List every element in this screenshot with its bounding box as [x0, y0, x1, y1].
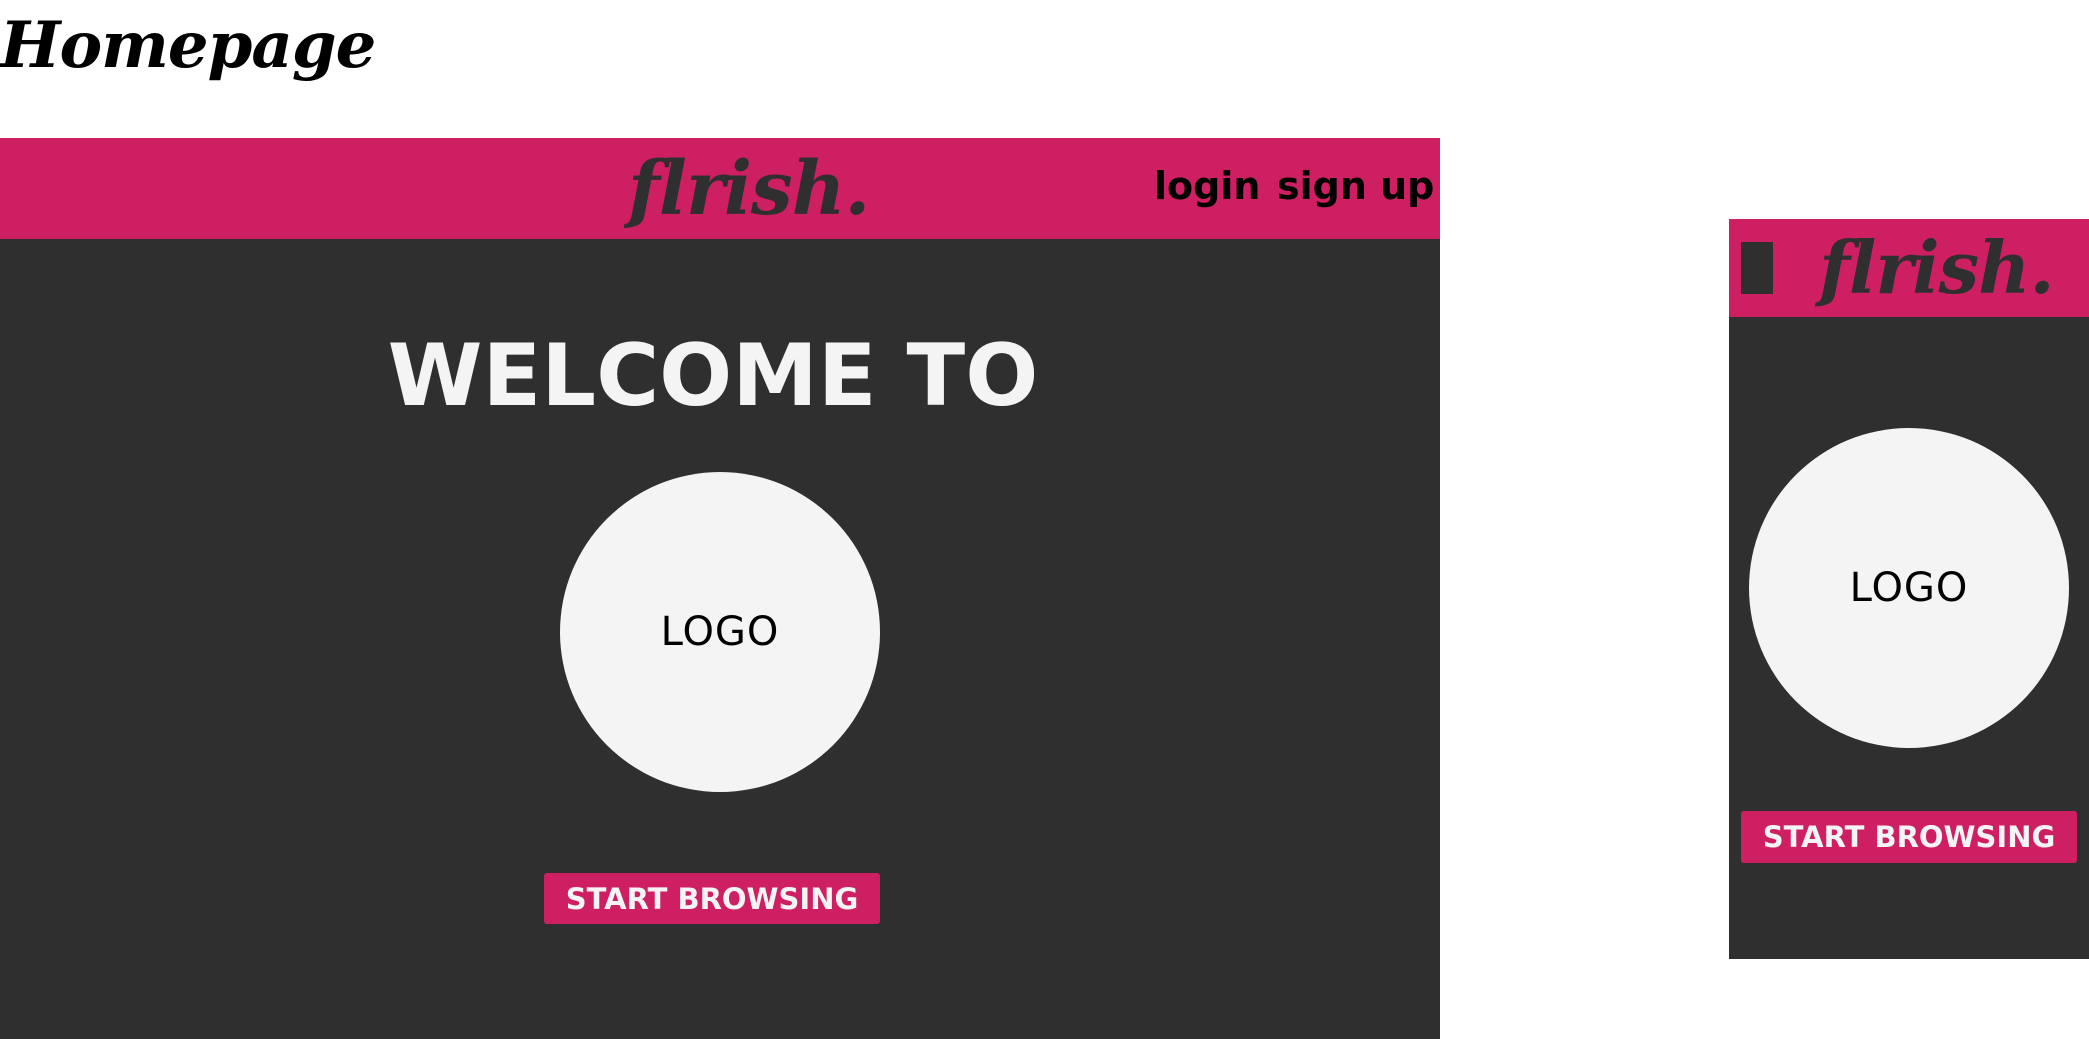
hamburger-menu-icon[interactable] — [1741, 242, 1773, 294]
brand-logo-text[interactable]: flrish. — [628, 146, 870, 232]
mobile-mockup: flrish. LOGO START BROWSING — [1729, 219, 2089, 959]
page-title: Homepage — [0, 8, 376, 83]
desktop-mockup: flrish. login sign up WELCOME TO LOGO ST… — [0, 138, 1440, 1039]
logo-placeholder-label: LOGO — [1849, 565, 1969, 611]
signup-link[interactable]: sign up — [1277, 164, 1434, 208]
logo-placeholder: LOGO — [1749, 428, 2069, 748]
login-link[interactable]: login — [1154, 164, 1260, 208]
start-browsing-button[interactable]: START BROWSING — [544, 873, 880, 924]
mobile-navbar: flrish. — [1729, 219, 2089, 317]
brand-logo-text[interactable]: flrish. — [1819, 225, 2055, 310]
desktop-navbar: flrish. login sign up — [0, 138, 1440, 239]
start-browsing-button[interactable]: START BROWSING — [1741, 811, 2077, 863]
logo-placeholder-label: LOGO — [660, 609, 780, 655]
logo-placeholder: LOGO — [560, 472, 880, 792]
welcome-heading-text: WELCOME TO — [387, 326, 1039, 426]
welcome-heading: WELCOME TO — [0, 326, 1440, 426]
